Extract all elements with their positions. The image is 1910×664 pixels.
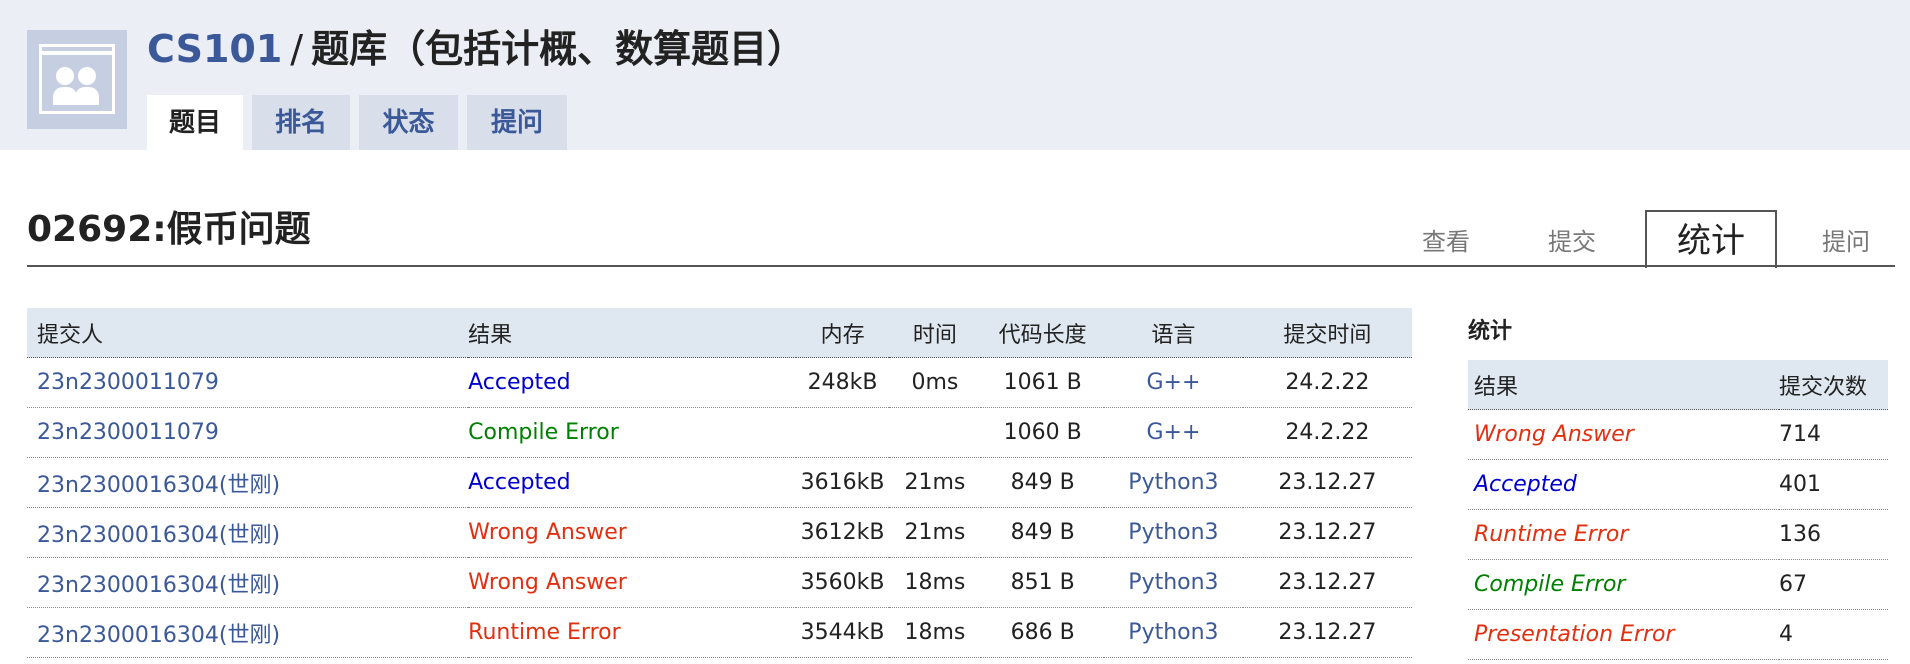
submission-row: 23n2300016304(世刚) Runtime Error 3544kB 18ms…	[27, 607, 1412, 658]
language-link[interactable]: Python3	[1104, 607, 1243, 658]
col-code-length: 代码长度	[981, 308, 1105, 358]
stats-row: Compile Error 67	[1468, 559, 1888, 610]
submit-time-value: 24.2.22	[1242, 407, 1412, 458]
time-value: 21ms	[888, 507, 982, 558]
col-time: 时间	[888, 308, 982, 358]
stats-result-label: Accepted	[1468, 459, 1779, 510]
problem-tab-ask[interactable]: 提问	[1822, 224, 1870, 260]
language-link[interactable]: Python3	[1104, 457, 1243, 508]
tab-questions[interactable]: 提问	[467, 95, 567, 150]
submit-time-value: 23.12.27	[1242, 457, 1412, 508]
tab-problems[interactable]: 题目	[147, 95, 243, 150]
time-value: 18ms	[888, 607, 982, 658]
submit-time-value: 23.12.27	[1242, 557, 1412, 608]
memory-value: 3544kB	[796, 607, 889, 658]
stats-count-value: 714	[1779, 409, 1888, 460]
submissions-table: 提交人 结果 内存 时间 代码长度 语言 提交时间 23n2300011079 A…	[27, 308, 1412, 658]
col-result: 结果	[468, 308, 797, 358]
result-link[interactable]: Accepted	[468, 457, 797, 508]
memory-value: 3612kB	[796, 507, 889, 558]
table-header-row: 提交人 结果 内存 时间 代码长度 语言 提交时间	[27, 308, 1412, 358]
stats-col-count: 提交次数	[1779, 360, 1888, 410]
stats-result-label: Wrong Answer	[1468, 409, 1779, 460]
stats-title: 统计	[1468, 319, 1513, 344]
memory-value	[796, 407, 889, 458]
language-link[interactable]: Python3	[1104, 557, 1243, 608]
stats-table: 结果 提交次数 Wrong Answer 714 Accepted 401 Runtim…	[1468, 360, 1888, 660]
problem-tab-statistics[interactable]: 统计	[1645, 210, 1777, 268]
problem-tab-view[interactable]: 查看	[1422, 224, 1470, 260]
memory-value: 3616kB	[796, 457, 889, 508]
submitter-link[interactable]: 23n2300016304(世刚)	[27, 607, 469, 658]
tab-ranking[interactable]: 排名	[252, 95, 350, 150]
submission-row: 23n2300016304(世刚) Wrong Answer 3612kB 21ms 8…	[27, 507, 1412, 558]
stats-count-value: 136	[1779, 509, 1888, 560]
submitter-link[interactable]: 23n2300011079	[27, 407, 469, 458]
submitter-link[interactable]: 23n2300016304(世刚)	[27, 507, 469, 558]
stats-result-label: Presentation Error	[1468, 609, 1779, 660]
stats-count-value: 401	[1779, 459, 1888, 510]
submit-time-value: 24.2.22	[1242, 357, 1412, 408]
stats-row: Presentation Error 4	[1468, 609, 1888, 660]
col-submit-time: 提交时间	[1242, 308, 1412, 358]
time-value	[888, 407, 982, 458]
time-value: 21ms	[888, 457, 982, 508]
stats-row: Runtime Error 136	[1468, 509, 1888, 560]
course-link[interactable]: CS101	[147, 27, 282, 71]
breadcrumb-separator: /	[290, 27, 304, 71]
col-submitter: 提交人	[27, 308, 469, 358]
code-length-value: 849 B	[981, 457, 1105, 508]
code-length-value: 1061 B	[981, 357, 1105, 408]
language-link[interactable]: Python3	[1104, 507, 1243, 558]
tab-status[interactable]: 状态	[359, 95, 458, 150]
stats-result-label: Runtime Error	[1468, 509, 1779, 560]
result-link[interactable]: Compile Error	[468, 407, 797, 458]
result-link[interactable]: Wrong Answer	[468, 507, 797, 558]
submitter-link[interactable]: 23n2300011079	[27, 357, 469, 408]
group-icon	[39, 44, 115, 114]
language-link[interactable]: G++	[1104, 407, 1243, 458]
memory-value: 3560kB	[796, 557, 889, 608]
breadcrumb: CS101/题库（包括计概、数算题目）	[147, 24, 805, 74]
time-value: 18ms	[888, 557, 982, 608]
result-link[interactable]: Runtime Error	[468, 607, 797, 658]
submission-row: 23n2300011079 Compile Error 1060 B G++ 24.2.…	[27, 407, 1412, 458]
submit-time-value: 23.12.27	[1242, 507, 1412, 558]
stats-row: Wrong Answer 714	[1468, 409, 1888, 460]
stats-count-value: 4	[1779, 609, 1888, 660]
submission-row: 23n2300016304(世刚) Wrong Answer 3560kB 18ms 8…	[27, 557, 1412, 608]
site-header: CS101/题库（包括计概、数算题目） 题目 排名 状态 提问	[0, 0, 1910, 150]
code-length-value: 1060 B	[981, 407, 1105, 458]
problem-tab-submit[interactable]: 提交	[1548, 224, 1596, 260]
submission-row: 23n2300011079 Accepted 248kB 0ms 1061 B G++ 24…	[27, 357, 1412, 408]
submit-time-value: 23.12.27	[1242, 607, 1412, 658]
memory-value: 248kB	[796, 357, 889, 408]
stats-result-label: Compile Error	[1468, 559, 1779, 610]
code-length-value: 849 B	[981, 507, 1105, 558]
language-link[interactable]: G++	[1104, 357, 1243, 408]
group-avatar[interactable]	[27, 30, 127, 129]
bank-title: 题库（包括计概、数算题目）	[311, 27, 806, 71]
stats-count-value: 67	[1779, 559, 1888, 610]
stats-col-result: 结果	[1468, 360, 1779, 410]
submitter-link[interactable]: 23n2300016304(世刚)	[27, 557, 469, 608]
submitter-link[interactable]: 23n2300016304(世刚)	[27, 457, 469, 508]
col-memory: 内存	[796, 308, 889, 358]
stats-header-row: 结果 提交次数	[1468, 360, 1888, 410]
stats-row: Accepted 401	[1468, 459, 1888, 510]
submission-row: 23n2300016304(世刚) Accepted 3616kB 21ms 849 B…	[27, 457, 1412, 508]
result-link[interactable]: Wrong Answer	[468, 557, 797, 608]
tab-divider	[27, 265, 1895, 267]
code-length-value: 686 B	[981, 607, 1105, 658]
problem-title: 02692:假币问题	[27, 209, 311, 250]
time-value: 0ms	[888, 357, 982, 408]
col-language: 语言	[1104, 308, 1243, 358]
code-length-value: 851 B	[981, 557, 1105, 608]
result-link[interactable]: Accepted	[468, 357, 797, 408]
